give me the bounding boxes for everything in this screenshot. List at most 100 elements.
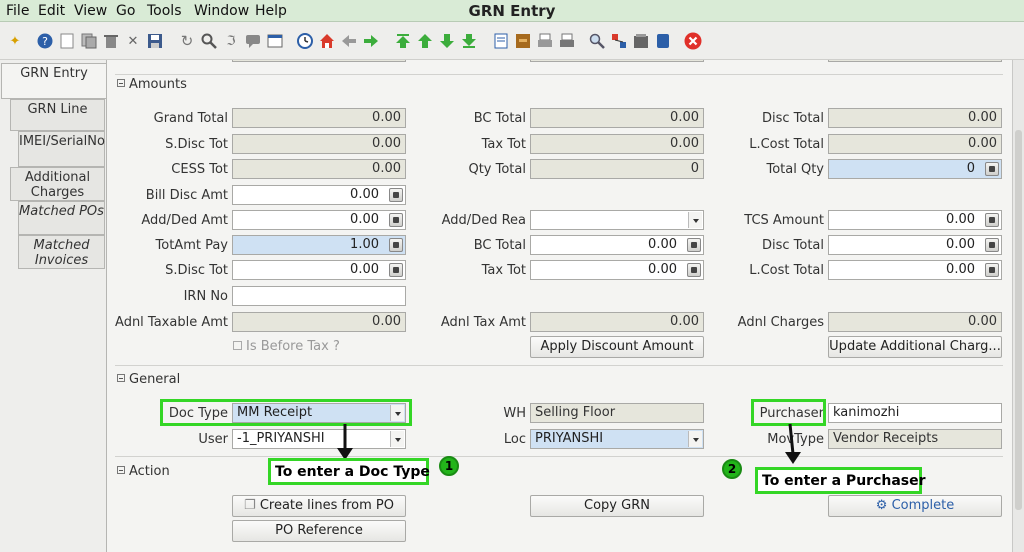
adnl-taxable-amt-field: 0.00 (232, 312, 406, 332)
calculator-icon[interactable] (985, 162, 999, 176)
refresh-icon[interactable]: ↻ (178, 32, 196, 50)
chevron-down-icon[interactable] (688, 431, 702, 447)
print-icon[interactable] (558, 32, 576, 50)
history-icon[interactable] (296, 32, 314, 50)
user-select[interactable]: -1_PRIYANSHI (232, 429, 406, 449)
qty-total-label: Qty Total (468, 162, 526, 177)
l-cost-total2-field[interactable]: 0.00 (828, 260, 1002, 280)
delete-icon[interactable] (102, 32, 120, 50)
totamt-pay-field[interactable]: 1.00 (232, 235, 406, 255)
help-icon[interactable]: ? (36, 32, 54, 50)
add-ded-rea-select[interactable] (530, 210, 704, 230)
bc-total2-label: BC Total (473, 238, 526, 253)
step-badge-2: 2 (722, 459, 742, 479)
tax-tot2-value: 0.00 (648, 262, 677, 277)
loc-select[interactable]: PRIYANSHI (530, 429, 704, 449)
calculator-icon[interactable] (389, 188, 403, 202)
workflow-icon[interactable] (610, 32, 628, 50)
report-icon[interactable] (492, 32, 510, 50)
menu-help[interactable]: Help (255, 3, 287, 19)
s-disc-tot-label: S.Disc Tot (165, 137, 228, 152)
archive-icon[interactable] (514, 32, 532, 50)
s-disc-tot2-field[interactable]: 0.00 (232, 260, 406, 280)
grid-toggle-icon[interactable] (266, 32, 284, 50)
tab-grn-line[interactable]: GRN Line (10, 99, 105, 131)
svg-text:?: ? (42, 35, 48, 48)
new-icon[interactable] (58, 32, 76, 50)
collapse-icon (117, 374, 125, 382)
window-icon[interactable] (654, 32, 672, 50)
menu-edit[interactable]: Edit (38, 3, 65, 19)
loc-label: Loc (503, 432, 526, 447)
next-record-icon[interactable] (438, 32, 456, 50)
section-amounts-header[interactable]: Amounts (117, 77, 187, 92)
find-icon[interactable] (200, 32, 218, 50)
copy-icon: ❐ (244, 498, 260, 513)
calculator-icon[interactable] (389, 238, 403, 252)
complete-label: Complete (891, 498, 955, 513)
tab-matched-invoices[interactable]: Matched Invoices (18, 235, 105, 269)
apply-discount-amount-button[interactable]: Apply Discount Amount (530, 336, 704, 358)
gear-icon: ⚙ (875, 498, 892, 513)
tab-additional-charges[interactable]: Additional Charges (10, 167, 105, 201)
back-icon[interactable] (340, 32, 358, 50)
tab-matched-pos[interactable]: Matched POs (18, 201, 105, 235)
totamt-pay-label: TotAmt Pay (155, 238, 228, 253)
product-info-icon[interactable] (632, 32, 650, 50)
tcs-amount-field[interactable]: 0.00 (828, 210, 1002, 230)
disc-total2-field[interactable]: 0.00 (828, 235, 1002, 255)
home-icon[interactable] (318, 32, 336, 50)
chat-icon[interactable] (244, 32, 262, 50)
first-record-icon[interactable] (394, 32, 412, 50)
create-lines-from-po-button[interactable]: ❐ Create lines from PO (232, 495, 406, 517)
section-general-header[interactable]: General (117, 372, 180, 387)
ignore-icon[interactable]: ✦ (6, 32, 24, 50)
add-ded-amt-field[interactable]: 0.00 (232, 210, 406, 230)
purchaser-field[interactable]: kanimozhi (828, 403, 1002, 423)
scrollbar-thumb[interactable] (1015, 130, 1022, 510)
bc-total2-field[interactable]: 0.00 (530, 235, 704, 255)
total-qty-field[interactable]: 0 (828, 159, 1002, 179)
chevron-down-icon[interactable] (390, 431, 404, 447)
tab-strip: GRN Entry GRN Line IMEI/SerialNo Additio… (0, 60, 106, 552)
irn-no-field[interactable] (232, 286, 406, 306)
calculator-icon[interactable] (985, 213, 999, 227)
menu-file[interactable]: File (6, 3, 29, 19)
forward-icon[interactable] (362, 32, 380, 50)
calculator-icon[interactable] (389, 213, 403, 227)
tab-grn-entry[interactable]: GRN Entry (1, 63, 106, 99)
last-record-icon[interactable] (460, 32, 478, 50)
attachment-icon[interactable]: ℑ (222, 32, 240, 50)
divider (115, 456, 1003, 457)
tax-tot-label: Tax Tot (481, 137, 526, 152)
copy-icon[interactable] (80, 32, 98, 50)
save-icon[interactable] (146, 32, 164, 50)
l-cost-total2-label: L.Cost Total (749, 263, 824, 278)
zoom-icon[interactable] (588, 32, 606, 50)
tab-imei-serialno[interactable]: IMEI/SerialNo (18, 131, 105, 167)
menu-window[interactable]: Window (194, 3, 249, 19)
calculator-icon[interactable] (687, 238, 701, 252)
add-ded-amt-value: 0.00 (350, 212, 379, 227)
bill-disc-amt-field[interactable]: 0.00 (232, 185, 406, 205)
menu-view[interactable]: View (74, 3, 107, 19)
calculator-icon[interactable] (985, 263, 999, 277)
close-icon[interactable] (684, 32, 702, 50)
calculator-icon[interactable] (687, 263, 701, 277)
vertical-scrollbar[interactable] (1012, 60, 1024, 552)
is-before-tax-checkbox[interactable]: Is Before Tax ? (233, 339, 340, 354)
calculator-icon[interactable] (985, 238, 999, 252)
menu-go[interactable]: Go (116, 3, 135, 19)
section-action-header[interactable]: Action (117, 464, 170, 479)
complete-button[interactable]: ⚙ Complete (828, 495, 1002, 517)
chevron-down-icon[interactable] (688, 212, 702, 228)
delete-selection-icon[interactable]: ✕ (124, 32, 142, 50)
copy-grn-button[interactable]: Copy GRN (530, 495, 704, 517)
print-preview-icon[interactable] (536, 32, 554, 50)
menu-tools[interactable]: Tools (147, 3, 182, 19)
update-additional-charges-button[interactable]: Update Additional Charg... (828, 336, 1002, 358)
tax-tot2-field[interactable]: 0.00 (530, 260, 704, 280)
po-reference-button[interactable]: PO Reference (232, 520, 406, 542)
calculator-icon[interactable] (389, 263, 403, 277)
previous-record-icon[interactable] (416, 32, 434, 50)
